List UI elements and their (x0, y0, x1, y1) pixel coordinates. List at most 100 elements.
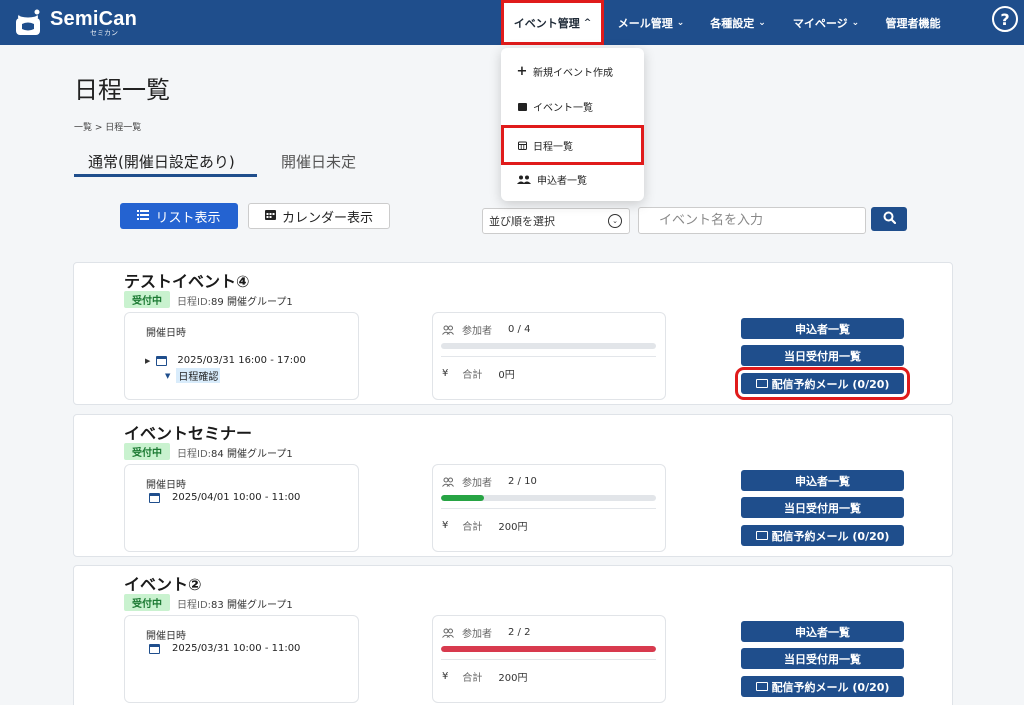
calendar-view-label: カレンダー表示 (281, 210, 373, 226)
date-label: 開催日時 (146, 328, 186, 339)
participants-progress (441, 343, 656, 349)
participants-count: 2 / 2 (508, 627, 531, 638)
caret-right-icon: ▶ (145, 356, 151, 365)
schedule-confirm-toggle[interactable]: ▼ 日程確認 (165, 368, 221, 383)
event-card: テストイベント④ 受付中 日程ID:89 開催グループ1 開催日時 ▶ 2025… (73, 262, 953, 405)
chevron-down-icon: ⌄ (676, 17, 685, 28)
participants-count: 0 / 4 (508, 324, 531, 335)
calendar-icon (149, 643, 160, 654)
nav-admin[interactable]: 管理者機能 (878, 0, 948, 45)
calendar-icon (156, 355, 168, 366)
event-card: イベントセミナー 受付中 日程ID:84 開催グループ1 開催日時 2025/0… (73, 414, 953, 557)
participants-label: 参加者 (462, 326, 492, 337)
same-day-reception-button[interactable]: 当日受付用一覧 (741, 345, 904, 366)
caret-down-icon: ▼ (165, 371, 171, 380)
calendar-icon (517, 101, 527, 111)
event-group: 開催グループ1 (226, 449, 293, 460)
chevron-down-icon: ⌄ (758, 17, 766, 28)
datetime-text: 2025/04/01 10:00 - 11:00 (172, 492, 301, 503)
scheduled-mail-button[interactable]: 配信予約メール (0/20) (735, 367, 910, 400)
semican-logo[interactable]: SemiCan セミカン (14, 8, 137, 38)
datetime-text: 2025/03/31 10:00 - 11:00 (172, 643, 301, 654)
people-icon (442, 628, 454, 638)
yen-icon: ¥ (442, 671, 449, 682)
datetime-text: 2025/03/31 16:00 - 17:00 (177, 355, 306, 366)
event-name-search-input[interactable] (638, 207, 866, 234)
event-date-box: 開催日時 2025/04/01 10:00 - 11:00 (124, 464, 359, 552)
event-stats-box: 参加者 0 / 4 ¥ 合計 0円 (432, 312, 666, 400)
participants-label: 参加者 (462, 478, 492, 489)
search-button[interactable] (871, 207, 907, 231)
event-stats-box: 参加者 2 / 2 ¥ 合計 200円 (432, 615, 666, 703)
calendar-icon (264, 209, 276, 224)
scheduled-mail-button[interactable]: 配信予約メール (0/20) (741, 525, 904, 546)
calendar-view-button[interactable]: カレンダー表示 (248, 203, 390, 229)
applicants-list-button[interactable]: 申込者一覧 (741, 621, 904, 642)
scheduled-mail-label: 配信予約メール (0/20) (771, 529, 890, 543)
plus-icon: + (516, 63, 528, 79)
total-amount: 200円 (498, 522, 528, 533)
total-label: 合計 (462, 673, 483, 684)
schedule-id: 89 (211, 297, 224, 308)
total-amount: 0円 (498, 370, 515, 381)
total-amount: 200円 (498, 673, 528, 684)
dropdown-item-applicant-list[interactable]: 申込者一覧 (501, 162, 644, 196)
users-icon (517, 174, 531, 184)
participants-label: 参加者 (462, 629, 492, 640)
sort-order-label: 並び順を選択 (489, 215, 555, 228)
date-label: 開催日時 (146, 480, 186, 491)
event-card: イベント② 受付中 日程ID:83 開催グループ1 開催日時 2025/03/3… (73, 565, 953, 705)
event-datetime[interactable]: ▶ 2025/03/31 16:00 - 17:00 (145, 355, 306, 366)
schedule-id-label: 日程ID: (177, 449, 212, 460)
stats-divider (441, 659, 656, 660)
scheduled-mail-button[interactable]: 配信予約メール (0/20) (741, 676, 904, 697)
total-label: 合計 (462, 522, 483, 533)
scheduled-mail-label: 配信予約メール (0/20) (771, 680, 890, 694)
same-day-reception-button[interactable]: 当日受付用一覧 (741, 648, 904, 669)
status-badge: 受付中 (124, 443, 170, 460)
event-stats-box: 参加者 2 / 10 ¥ 合計 200円 (432, 464, 666, 552)
participants-progress-fill (441, 495, 484, 501)
total-label: 合計 (462, 370, 483, 381)
applicants-list-button[interactable]: 申込者一覧 (741, 470, 904, 491)
dropdown-item-new-event[interactable]: + 新規イベント作成 (501, 54, 644, 88)
help-icon[interactable]: ? (992, 6, 1018, 32)
event-datetime: 2025/03/31 10:00 - 11:00 (149, 643, 300, 654)
page-title: 日程一覧 (74, 76, 170, 104)
status-badge: 受付中 (124, 291, 170, 308)
people-icon (442, 477, 454, 487)
calendar-grid-icon (517, 140, 527, 150)
nav-mail-management[interactable]: メール管理 ⌄ (612, 0, 690, 45)
calendar-icon (149, 492, 160, 503)
participants-row: 参加者 0 / 4 (442, 322, 530, 337)
yen-icon: ¥ (442, 520, 449, 531)
breadcrumb[interactable]: 一覧 > 日程一覧 (74, 120, 141, 133)
nav-settings[interactable]: 各種設定 ⌄ (702, 0, 774, 45)
list-view-button[interactable]: リスト表示 (120, 203, 238, 229)
participants-count: 2 / 10 (508, 476, 537, 487)
event-meta: 日程ID:89 開催グループ1 (177, 293, 293, 308)
participants-progress (441, 646, 656, 652)
dropdown-item-label: 申込者一覧 (537, 175, 587, 187)
schedule-id: 84 (211, 449, 224, 460)
tab-with-dates[interactable]: 通常(開催日設定あり) (74, 151, 257, 177)
dropdown-item-event-list[interactable]: イベント一覧 (501, 89, 644, 123)
nav-mail-management-label: メール管理 (617, 16, 673, 30)
top-navbar: SemiCan セミカン イベント管理 ^ メール管理 ⌄ 各種設定 ⌄ マイペ… (0, 0, 1024, 45)
same-day-reception-button[interactable]: 当日受付用一覧 (741, 497, 904, 518)
event-management-dropdown: + 新規イベント作成 イベント一覧 日程一覧 申込者一覧 (501, 48, 644, 201)
event-title: イベント② (124, 575, 202, 594)
mail-icon (755, 379, 768, 388)
nav-event-management[interactable]: イベント管理 ^ (501, 0, 604, 45)
nav-mypage[interactable]: マイページ ⌄ (788, 0, 864, 45)
schedule-id: 83 (211, 600, 224, 611)
applicants-list-button[interactable]: 申込者一覧 (741, 318, 904, 339)
event-group: 開催グループ1 (226, 297, 293, 308)
sort-order-select[interactable]: 並び順を選択 ⌄ (482, 208, 630, 234)
event-title: イベントセミナー (124, 424, 253, 443)
logo-subtext: セミカン (90, 29, 118, 37)
dropdown-item-label: 日程一覧 (533, 141, 573, 153)
tab-dates-undecided[interactable]: 開催日未定 (281, 151, 356, 172)
event-datetime: 2025/04/01 10:00 - 11:00 (149, 492, 300, 503)
dropdown-item-schedule-list[interactable]: 日程一覧 (501, 125, 644, 165)
